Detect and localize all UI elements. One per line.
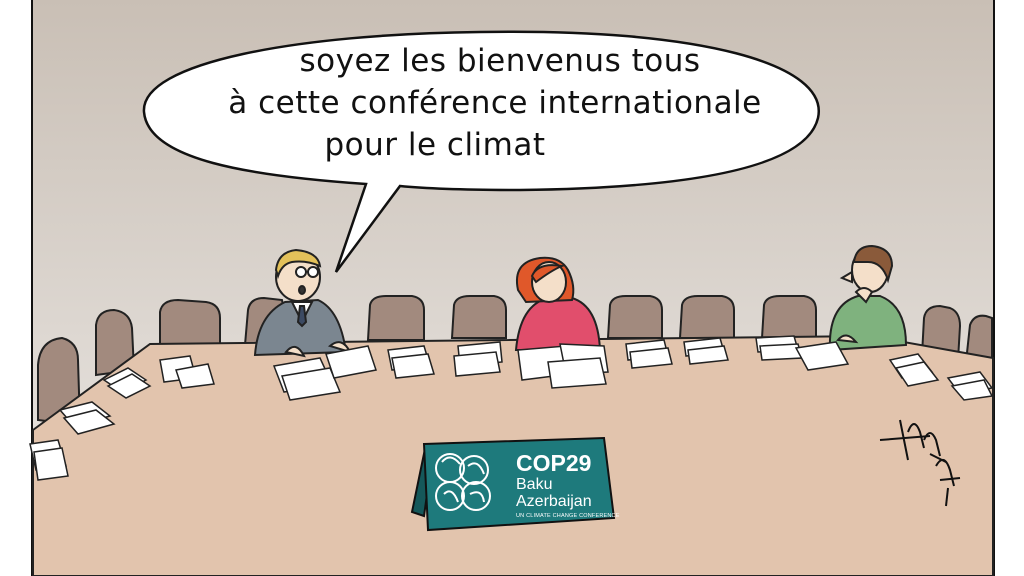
paper [547, 357, 607, 389]
speech-bubble-text: soyez les bienvenus tous à cette confére… [150, 40, 840, 190]
paper [687, 345, 729, 365]
sign-location: Baku Azerbaijan [516, 476, 592, 510]
sign-city: Baku [516, 476, 553, 493]
speech-line-1: soyez les bienvenus tous [299, 43, 701, 79]
paper [759, 343, 803, 361]
chair [678, 295, 735, 339]
speech-line-3: pour le climat [324, 127, 546, 163]
sign-subtitle: UN CLIMATE CHANGE CONFERENCE [516, 513, 620, 519]
chair [450, 295, 507, 339]
paper [391, 353, 435, 379]
chair [606, 295, 663, 339]
sign-country: Azerbaijan [516, 493, 592, 510]
speech-line-2: à cette conférence internationale [228, 85, 762, 121]
paper [33, 447, 69, 481]
paper [453, 351, 501, 377]
chair [760, 295, 817, 339]
paper [629, 347, 673, 369]
chair [366, 295, 425, 341]
sign-title: COP29 [516, 450, 592, 476]
